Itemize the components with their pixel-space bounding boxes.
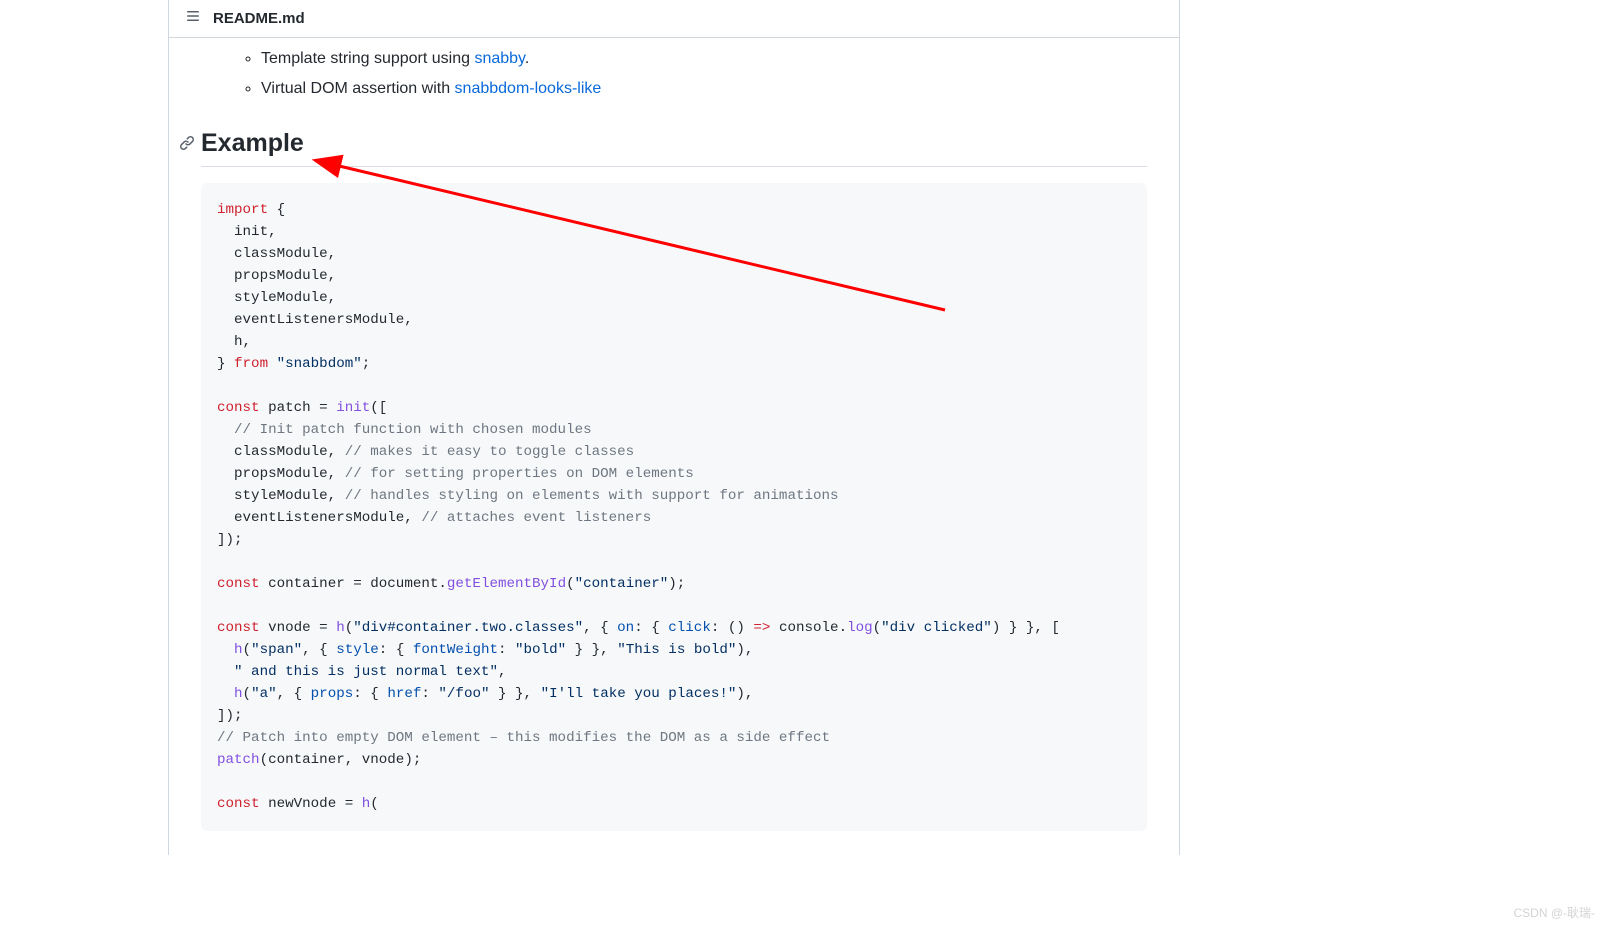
- link-snabbdom-looks-like[interactable]: snabbdom-looks-like: [455, 80, 602, 97]
- list-item: Template string support using snabby.: [261, 46, 1147, 72]
- readme-title: README.md: [213, 10, 305, 27]
- feature-list: Template string support using snabby. Vi…: [229, 46, 1147, 101]
- toc-icon[interactable]: [185, 8, 201, 29]
- link-snabby[interactable]: snabby: [474, 50, 524, 67]
- link-anchor-icon[interactable]: [179, 129, 195, 158]
- readme-header: README.md: [169, 0, 1179, 38]
- readme-body: Template string support using snabby. Vi…: [169, 38, 1179, 855]
- section-heading-example[interactable]: Example: [201, 129, 1147, 167]
- list-item: Virtual DOM assertion with snabbdom-look…: [261, 76, 1147, 102]
- watermark: CSDN @-耿瑞-: [1513, 904, 1595, 921]
- code-example: import { init, classModule, propsModule,…: [201, 183, 1147, 831]
- readme-container: README.md Template string support using …: [168, 0, 1180, 855]
